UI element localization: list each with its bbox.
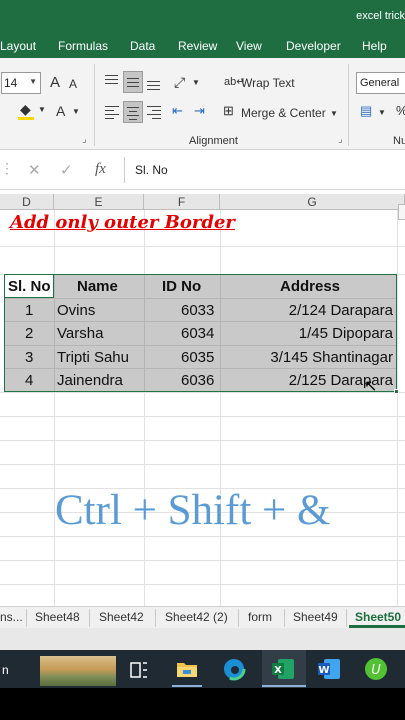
window-title: excel trick [356, 10, 405, 22]
header-name: Name [77, 278, 118, 295]
header-address: Address [280, 278, 341, 295]
cell-id-no[interactable]: 6033 [181, 302, 214, 319]
taskbar: n [0, 650, 405, 688]
sheet-tab[interactable]: form [248, 610, 272, 624]
formula-input[interactable]: Sl. No [124, 157, 405, 183]
sheet-tab-active[interactable]: Sheet50 [355, 610, 401, 624]
shortcut-caption: Ctrl + Shift + & [55, 487, 331, 534]
align-top-button[interactable] [102, 71, 122, 93]
ribbon-tabs: Layout Formulas Data Review View Develop… [0, 36, 405, 58]
percent-icon[interactable]: % [396, 103, 405, 118]
name-box-handle-icon: ⋮ [0, 160, 14, 176]
tab-help[interactable]: Help [362, 39, 387, 53]
enter-icon[interactable]: ✓ [60, 161, 73, 179]
chevron-down-icon[interactable]: ▼ [192, 78, 200, 87]
task-view-icon[interactable] [128, 659, 154, 685]
worksheet[interactable]: D E F G Add only outer Border Sl. No Nam… [0, 190, 405, 606]
cell-name[interactable]: Ovins [57, 302, 95, 319]
cell-sl-no[interactable]: 3 [25, 349, 33, 366]
cell-id-no[interactable]: 6036 [181, 372, 214, 389]
cell-name[interactable]: Jainendra [57, 372, 123, 389]
tab-review[interactable]: Review [178, 39, 217, 53]
quick-analysis-icon[interactable] [398, 204, 405, 220]
cell-id-no[interactable]: 6034 [181, 325, 214, 342]
column-header-d[interactable]: D [0, 194, 54, 210]
word-icon[interactable]: W [317, 657, 343, 683]
sheet-tab[interactable]: Sheet49 [293, 610, 338, 624]
fill-color-icon[interactable]: ◆ [20, 101, 31, 118]
header-sl-no: Sl. No [8, 278, 51, 295]
dialog-launcher-icon[interactable]: ⌟ [338, 134, 343, 145]
merge-center-icon: ⊞ [223, 103, 234, 118]
column-header-e[interactable]: E [54, 194, 144, 210]
number-group-label: Nu [393, 135, 405, 147]
chevron-down-icon: ▼ [29, 77, 37, 86]
font-color-button[interactable]: A [56, 103, 65, 119]
align-bottom-button[interactable] [144, 71, 164, 93]
alignment-group-label: Alignment [189, 135, 238, 147]
tab-page-layout[interactable]: Layout [0, 39, 36, 53]
sheet-tabs: ns... Sheet48 Sheet42 Sheet42 (2) form S… [0, 606, 405, 628]
cell-sl-no[interactable]: 2 [25, 325, 33, 342]
upwork-icon[interactable]: U [364, 657, 390, 683]
status-bar [0, 628, 405, 650]
align-middle-button[interactable] [123, 71, 143, 93]
font-size-select[interactable]: 14 ▼ [1, 72, 41, 94]
edge-browser-icon[interactable] [222, 657, 248, 683]
cell-id-no[interactable]: 6035 [181, 349, 214, 366]
header-id-no: ID No [162, 278, 202, 295]
chevron-down-icon[interactable]: ▼ [330, 109, 338, 118]
chevron-down-icon[interactable]: ▼ [378, 108, 386, 117]
sheet-tab[interactable]: ns... [0, 610, 23, 624]
tab-data[interactable]: Data [130, 39, 155, 53]
dialog-launcher-icon[interactable]: ⌟ [82, 134, 87, 145]
sheet-tab[interactable]: Sheet42 [99, 610, 144, 624]
cancel-icon[interactable]: ✕ [28, 161, 41, 179]
cell-sl-no[interactable]: 4 [25, 372, 33, 389]
column-header-g[interactable]: G [220, 194, 405, 210]
cell-sl-no[interactable]: 1 [25, 302, 33, 319]
fill-color-swatch [18, 117, 34, 120]
mouse-cursor-icon: ↖ [364, 378, 378, 395]
align-center-button[interactable] [123, 101, 143, 123]
wrap-text-button[interactable]: Wrap Text [241, 76, 295, 90]
chevron-down-icon[interactable]: ▼ [72, 107, 80, 116]
sheet-heading: Add only outer Border [10, 212, 235, 233]
font-size-value: 14 [4, 76, 18, 90]
cell-address[interactable]: 1/45 Dipopara [299, 325, 393, 342]
cell-address[interactable]: 3/145 Shantinagar [270, 349, 393, 366]
excel-icon[interactable]: X [271, 657, 297, 683]
grow-font-button[interactable]: A [50, 74, 60, 91]
file-explorer-icon[interactable] [175, 658, 201, 684]
tab-view[interactable]: View [236, 39, 262, 53]
title-bar: excel trick [0, 0, 405, 36]
search-highlight-image[interactable] [40, 656, 116, 686]
chevron-down-icon[interactable]: ▼ [38, 105, 46, 114]
orientation-icon[interactable]: ⤢ [174, 74, 185, 91]
accounting-format-icon[interactable]: ▤ [360, 103, 372, 119]
shrink-font-button[interactable]: A [69, 77, 77, 91]
align-right-button[interactable] [144, 101, 164, 123]
align-left-button[interactable] [102, 101, 122, 123]
sheet-tab[interactable]: Sheet42 (2) [165, 610, 228, 624]
cell-address[interactable]: 2/124 Darapara [289, 302, 393, 319]
tab-developer[interactable]: Developer [286, 39, 341, 53]
fill-handle[interactable] [394, 389, 399, 394]
increase-indent-icon[interactable]: ⇥ [194, 103, 205, 119]
tab-formulas[interactable]: Formulas [58, 39, 108, 53]
svg-text:U: U [371, 663, 381, 678]
column-header-f[interactable]: F [144, 194, 220, 210]
taskbar-search-text[interactable]: n [2, 663, 9, 677]
svg-text:W: W [318, 665, 329, 676]
cell-name[interactable]: Varsha [57, 325, 103, 342]
insert-function-button[interactable]: fx [95, 161, 106, 178]
merge-center-button[interactable]: Merge & Center [241, 106, 326, 120]
number-format-select[interactable]: General [356, 72, 405, 94]
decrease-indent-icon[interactable]: ⇤ [172, 103, 183, 119]
sheet-tab[interactable]: Sheet48 [35, 610, 80, 624]
cell-name[interactable]: Tripti Sahu [57, 349, 129, 366]
svg-text:X: X [274, 665, 282, 676]
letterbox-bottom [0, 688, 405, 720]
